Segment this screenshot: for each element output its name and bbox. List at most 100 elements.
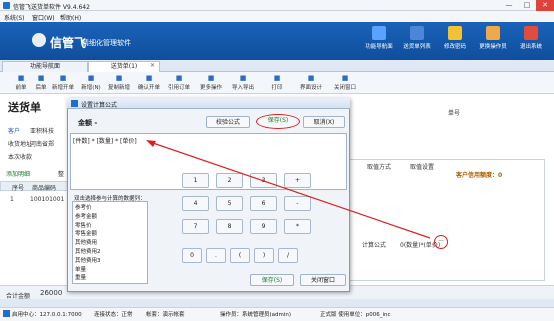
keypad-key[interactable]: 7 bbox=[182, 219, 209, 234]
toolbar-icon: ■ bbox=[207, 74, 215, 82]
keypad-key[interactable]: + bbox=[284, 173, 311, 188]
status-item-2: 帐套：演示帐套 bbox=[146, 312, 185, 318]
keypad-key[interactable]: 9 bbox=[250, 219, 277, 234]
keypad-key[interactable]: . bbox=[206, 248, 226, 263]
maximize-button[interactable]: □ bbox=[518, 0, 536, 11]
banner-button-2[interactable]: 修改密码 bbox=[436, 26, 474, 58]
dialog-icon bbox=[71, 100, 78, 107]
toolbar-icon: ■ bbox=[341, 74, 349, 82]
list-icon bbox=[410, 26, 424, 40]
toolbar-button-6[interactable]: ■ 引用订单 bbox=[164, 74, 194, 93]
banner-button-4[interactable]: 退出系统 bbox=[512, 26, 550, 58]
toolbar-button-5[interactable]: ■ 确认开单 bbox=[134, 74, 164, 93]
toolbar-button-11[interactable]: ■ 关闭窗口 bbox=[330, 74, 360, 93]
toolbar-icon: ■ bbox=[145, 74, 153, 82]
toolbar-label: 新增(N) bbox=[81, 85, 101, 91]
formula-ellipsis-button[interactable]: ··· bbox=[434, 235, 448, 249]
toolbar-button-8[interactable]: ■ 导入导出 bbox=[228, 74, 258, 93]
menu-help[interactable]: 帮助(H) bbox=[60, 13, 81, 22]
toolbar-label: 导入导出 bbox=[231, 85, 254, 91]
monitor-icon bbox=[372, 26, 386, 40]
tab-second[interactable]: 整 bbox=[58, 169, 64, 178]
keypad-key[interactable]: 1 bbox=[182, 173, 209, 188]
toolbar-label: 打印 bbox=[271, 85, 283, 91]
verify-formula-button[interactable]: 校验公式 bbox=[206, 116, 250, 128]
toolbar-label: 前单 bbox=[15, 85, 27, 91]
tab-close-icon[interactable]: ✕ bbox=[150, 62, 155, 69]
save-button[interactable]: 保存(S) bbox=[256, 114, 300, 129]
keypad-key[interactable]: 5 bbox=[216, 196, 243, 211]
keypad-key[interactable]: 4 bbox=[182, 196, 209, 211]
keypad-key[interactable]: / bbox=[278, 248, 298, 263]
grid-col-index: 序号 bbox=[12, 185, 25, 192]
toolbar-label: 确认开单 bbox=[137, 85, 160, 91]
banner-button-3[interactable]: 更换操作员 bbox=[474, 26, 512, 58]
address-value[interactable]: 河南省郑 bbox=[30, 139, 54, 148]
toolbar-button-9[interactable]: ■ 打印 bbox=[262, 74, 292, 93]
grid-row-code[interactable]: 100101001 bbox=[30, 196, 64, 203]
total-label: 合计金额 bbox=[6, 293, 31, 300]
menu-system[interactable]: 系统(S) bbox=[4, 13, 25, 22]
status-item-3: 操作员：系统管理员(admin) bbox=[220, 312, 292, 318]
column-list-item[interactable]: 参考价 bbox=[75, 203, 92, 211]
customer-label: 客户 bbox=[8, 128, 21, 135]
credit-limit: 客户信用额度：0 bbox=[456, 172, 503, 179]
address-label: 收货地址 bbox=[8, 141, 33, 148]
keypad-key[interactable]: ( bbox=[230, 248, 250, 263]
col-formula: 计算公式 bbox=[362, 242, 387, 249]
user-icon bbox=[486, 26, 500, 40]
column-list-item[interactable]: 其他费用3 bbox=[75, 256, 101, 264]
keypad-key[interactable]: 6 bbox=[250, 196, 277, 211]
grid-col-code: 商品编码 bbox=[32, 185, 57, 192]
keypad-key[interactable]: 0 bbox=[182, 248, 202, 263]
toolbar-icon: ■ bbox=[239, 74, 247, 82]
app-icon bbox=[3, 2, 10, 9]
save-button-2[interactable]: 保存(S) bbox=[250, 274, 294, 286]
customer-value[interactable]: 亚积科技 bbox=[30, 126, 54, 135]
add-detail-button[interactable]: 添加明细 bbox=[6, 169, 30, 178]
banner-button-1[interactable]: 送货单列表 bbox=[398, 26, 436, 58]
tab-navigation[interactable]: 功能导航面 bbox=[2, 61, 88, 72]
keypad-key[interactable]: * bbox=[284, 219, 311, 234]
column-list-item[interactable]: 其他费用2 bbox=[75, 247, 101, 255]
toolbar-label: 复制新增 bbox=[107, 85, 130, 91]
banner-button-0[interactable]: 功能导航面 bbox=[360, 26, 398, 58]
keypad-key[interactable]: ) bbox=[254, 248, 274, 263]
column-list-item[interactable]: 参考金额 bbox=[75, 212, 97, 220]
column-list-item[interactable]: 其他费用 bbox=[75, 238, 97, 246]
toolbar-icon: ■ bbox=[175, 74, 183, 82]
toolbar-button-4[interactable]: ■ 复制新增 bbox=[104, 74, 134, 93]
brand-slogan: 精细化管理软件 bbox=[82, 39, 131, 47]
cancel-button[interactable]: 取消(X) bbox=[303, 116, 345, 128]
menu-bar bbox=[0, 11, 554, 22]
column-list-item[interactable]: 零售价 bbox=[75, 221, 92, 229]
keypad-key[interactable]: 8 bbox=[216, 219, 243, 234]
toolbar-button-7[interactable]: ■ 更多操作 bbox=[196, 74, 226, 93]
dialog-title: 设置计算公式 bbox=[81, 102, 118, 109]
total-value: 26000 bbox=[40, 289, 63, 297]
toolbar-icon: ■ bbox=[273, 74, 281, 82]
toolbar-button-2[interactable]: ■ 新增开单 bbox=[48, 74, 78, 93]
logo-icon bbox=[32, 33, 46, 47]
keypad-key[interactable]: - bbox=[284, 196, 311, 211]
column-list-item[interactable]: 零售金额 bbox=[75, 229, 97, 237]
keypad-key[interactable]: 3 bbox=[250, 173, 277, 188]
toolbar-label: 引用订单 bbox=[167, 85, 190, 91]
banner-button-label: 功能导航面 bbox=[365, 44, 393, 50]
minimize-button[interactable]: — bbox=[500, 0, 518, 11]
toolbar-button-10[interactable]: ■ 界面设计 bbox=[296, 74, 326, 93]
grid-row-index[interactable]: 1 bbox=[10, 196, 14, 203]
toolbar-icon: ■ bbox=[87, 74, 95, 82]
invoice-no-label: 单号 bbox=[448, 110, 461, 117]
status-app-icon bbox=[3, 310, 10, 317]
menu-window[interactable]: 窗口(W) bbox=[32, 13, 55, 22]
toolbar-button-3[interactable]: ■ 新增(N) bbox=[76, 74, 106, 93]
close-window-button[interactable]: 关闭窗口 bbox=[300, 274, 346, 286]
window-title: 信管飞送货单软件 V9.4.642 bbox=[13, 4, 90, 11]
column-list-item[interactable]: 单量 bbox=[75, 265, 86, 273]
column-list-item[interactable]: 重量 bbox=[75, 273, 86, 281]
page-title: 送货单 bbox=[8, 101, 41, 114]
keypad-key[interactable]: 2 bbox=[216, 173, 243, 188]
close-button[interactable]: ✕ bbox=[536, 0, 554, 11]
lock-icon bbox=[448, 26, 462, 40]
